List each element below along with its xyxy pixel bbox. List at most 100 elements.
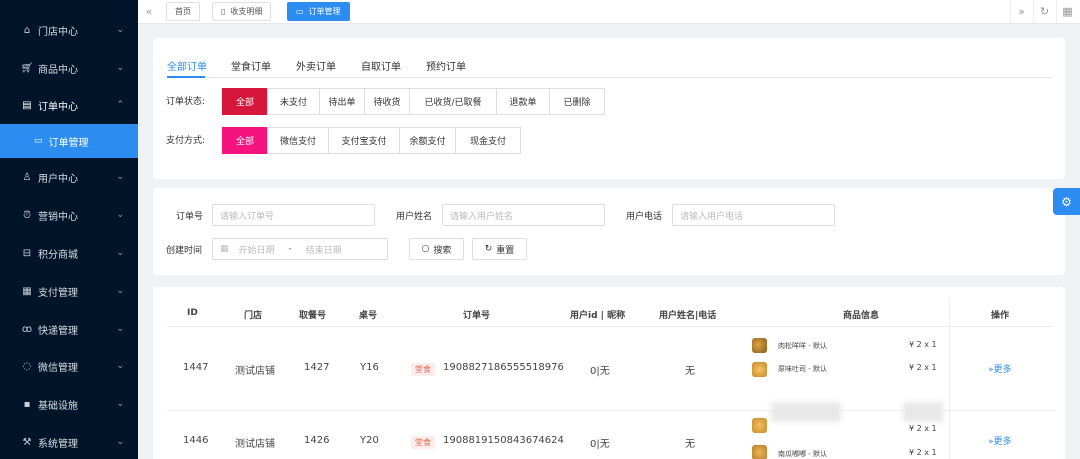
more-link[interactable]: »更多 bbox=[988, 434, 1012, 447]
tab-reservation[interactable]: 预约订单 bbox=[426, 58, 466, 73]
column-header-order-no: 订单号 bbox=[463, 311, 491, 321]
grid-icon: ▦ bbox=[1062, 5, 1073, 18]
cell-id: 1447 bbox=[183, 362, 209, 373]
store-icon: ⊟ bbox=[22, 247, 32, 259]
reset-button-label: 重置 bbox=[496, 245, 515, 256]
sidebar-item-label: 基础设施 bbox=[38, 400, 78, 412]
tag-home[interactable]: 首页 bbox=[166, 2, 200, 21]
cell-pickup-no: 1426 bbox=[304, 435, 330, 446]
chevron-down-icon: ⌄ bbox=[116, 172, 124, 182]
column-header-store: 门店 bbox=[244, 311, 263, 321]
order-status-label: 订单状态: bbox=[166, 97, 206, 107]
status-received-button[interactable]: 已收货/已取餐 bbox=[409, 88, 497, 115]
hammer-icon: ⚒︎ bbox=[22, 436, 32, 448]
chevron-down-icon: ⌄ bbox=[116, 286, 124, 296]
sidebar-item-order-center[interactable]: ▤ 订单中心 ⌃ bbox=[0, 86, 138, 124]
home-icon: ⌂ bbox=[23, 24, 31, 36]
user-phone-input[interactable]: 请输入用户电话 bbox=[672, 204, 835, 226]
sidebar-item-user-center[interactable]: ♙ 用户中心 ⌄ bbox=[0, 158, 138, 196]
chevron-down-icon: ⌄ bbox=[116, 210, 124, 220]
order-no-input[interactable]: 请输入订单号 bbox=[212, 204, 375, 226]
sidebar-item-product-center[interactable]: 🛒︎ 商品中心 ⌄ bbox=[0, 49, 138, 87]
user-name-input[interactable]: 请输入用户姓名 bbox=[442, 204, 605, 226]
scroll-left-button[interactable]: « bbox=[138, 0, 160, 23]
sidebar-item-points-mall[interactable]: ⊟ 积分商城 ⌄ bbox=[0, 234, 138, 272]
cell-user-id: 0|无 bbox=[590, 366, 610, 377]
reset-button[interactable]: ↻ 重置 bbox=[472, 238, 527, 260]
sidebar-item-label: 订单中心 bbox=[38, 101, 78, 113]
column-header-id: ID bbox=[187, 308, 198, 318]
sidebar-item-payment-management[interactable]: ▦ 支付管理 ⌄ bbox=[0, 272, 138, 310]
status-all-button[interactable]: 全部 bbox=[222, 88, 268, 115]
tag-label: 订单管理 bbox=[308, 7, 341, 16]
sidebar-subitem-order-management[interactable]: ▭ 订单管理 bbox=[0, 124, 138, 158]
order-type-tabs: 全部订单 堂食订单 外卖订单 自取订单 预约订单 bbox=[167, 56, 1053, 78]
list-icon: ▭ bbox=[296, 7, 304, 16]
column-header-actions: 操作 bbox=[991, 311, 1010, 321]
cell-store: 测试店铺 bbox=[235, 439, 275, 450]
product-image bbox=[752, 362, 767, 377]
column-header-user-id: 用户id | 昵称 bbox=[570, 311, 626, 321]
tab-all-orders[interactable]: 全部订单 bbox=[167, 58, 207, 73]
product-image bbox=[752, 338, 767, 353]
payment-method-label: 支付方式: bbox=[166, 136, 206, 146]
user-name-label: 用户姓名 bbox=[396, 212, 433, 222]
sidebar-item-marketing-center[interactable]: ⏰︎ 营销中心 ⌄ bbox=[0, 196, 138, 234]
sidebar-item-express-management[interactable]: ꝏ 快递管理 ⌄ bbox=[0, 310, 138, 348]
tab-active-indicator bbox=[167, 76, 205, 78]
chevron-down-icon: ⌄ bbox=[116, 437, 124, 447]
status-refund-button[interactable]: 退款单 bbox=[496, 88, 550, 115]
chevron-down-icon: ⌄ bbox=[116, 25, 124, 35]
more-link[interactable]: »更多 bbox=[988, 362, 1012, 375]
tab-dine-in[interactable]: 堂食订单 bbox=[231, 58, 271, 73]
pay-alipay-button[interactable]: 支付宝支付 bbox=[328, 127, 400, 154]
cart-icon: 🛒︎ bbox=[20, 62, 34, 74]
payment-method-group: 全部 微信支付 支付宝支付 余额支付 现金支付 bbox=[222, 127, 521, 154]
cell-table-no: Y16 bbox=[360, 362, 379, 373]
status-deleted-button[interactable]: 已删除 bbox=[549, 88, 605, 115]
sidebar-item-infrastructure[interactable]: ▪ 基础设施 ⌄ bbox=[0, 385, 138, 423]
product-price-qty: ¥ 2 x 1 bbox=[909, 448, 937, 457]
sidebar-item-system-management[interactable]: ⚒︎ 系统管理 ⌄ bbox=[0, 423, 138, 459]
tag-income-expense[interactable]: ▯ 收支明细 bbox=[212, 2, 272, 21]
status-awaiting-receipt-button[interactable]: 待收货 bbox=[364, 88, 410, 115]
fixed-column-divider bbox=[949, 299, 950, 459]
cell-order-no: 1908827186555518976 bbox=[443, 362, 564, 373]
chevron-up-icon: ⌃ bbox=[116, 100, 124, 110]
column-header-product-info: 商品信息 bbox=[843, 311, 880, 321]
search-button-label: 搜索 bbox=[433, 245, 452, 256]
status-unpaid-button[interactable]: 未支付 bbox=[267, 88, 320, 115]
status-pending-button[interactable]: 待出单 bbox=[319, 88, 365, 115]
column-header-pickup-no: 取餐号 bbox=[299, 311, 327, 321]
chevron-down-icon: ⌄ bbox=[116, 248, 124, 258]
pay-balance-button[interactable]: 余额支付 bbox=[399, 127, 456, 154]
product-price-qty: ¥ 2 x 1 bbox=[909, 424, 937, 433]
chevron-down-icon: ⌄ bbox=[116, 324, 124, 334]
cell-user-name-phone: 无 bbox=[685, 366, 695, 377]
sidebar-subitem-label: 订单管理 bbox=[48, 137, 89, 149]
pay-all-button[interactable]: 全部 bbox=[222, 127, 268, 154]
search-button[interactable]: ○ 搜索 bbox=[409, 238, 464, 260]
alarm-icon: ⏰︎ bbox=[23, 209, 31, 221]
chat-icon: ◌ bbox=[22, 360, 32, 372]
refresh-icon: ↻ bbox=[1039, 5, 1050, 18]
scroll-right-button[interactable]: » bbox=[1010, 0, 1032, 23]
refresh-button[interactable]: ↻ bbox=[1033, 0, 1055, 23]
tag-order-management[interactable]: ▭ 订单管理 bbox=[287, 2, 350, 21]
sidebar-item-wechat-management[interactable]: ◌ 微信管理 ⌄ bbox=[0, 347, 138, 385]
grid-menu-button[interactable]: ▦ bbox=[1056, 0, 1078, 23]
tab-takeaway[interactable]: 外卖订单 bbox=[296, 58, 336, 73]
chevron-down-icon: ⌄ bbox=[116, 399, 124, 409]
pay-wechat-button[interactable]: 微信支付 bbox=[267, 127, 329, 154]
document-icon: ▯ bbox=[221, 7, 226, 16]
tabs-bar: « 首页 ▯ 收支明细 ▭ 订单管理 » ↻ ▦ bbox=[138, 0, 1080, 24]
date-range-picker[interactable]: ▦ 开始日期 - 结束日期 bbox=[212, 238, 388, 260]
user-phone-label: 用户电话 bbox=[626, 212, 663, 222]
sidebar-item-store-center[interactable]: ⌂ 门店中心 ⌄ bbox=[0, 11, 138, 49]
double-chevron-right-icon: » bbox=[1018, 5, 1025, 18]
pay-cash-button[interactable]: 现金支付 bbox=[455, 127, 521, 154]
gear-icon: ⚙︎ bbox=[1061, 194, 1072, 209]
tab-pickup[interactable]: 自取订单 bbox=[361, 58, 401, 73]
settings-button[interactable]: ⚙︎ bbox=[1053, 188, 1080, 215]
cell-order-no: 1908819150843674624 bbox=[443, 435, 564, 446]
